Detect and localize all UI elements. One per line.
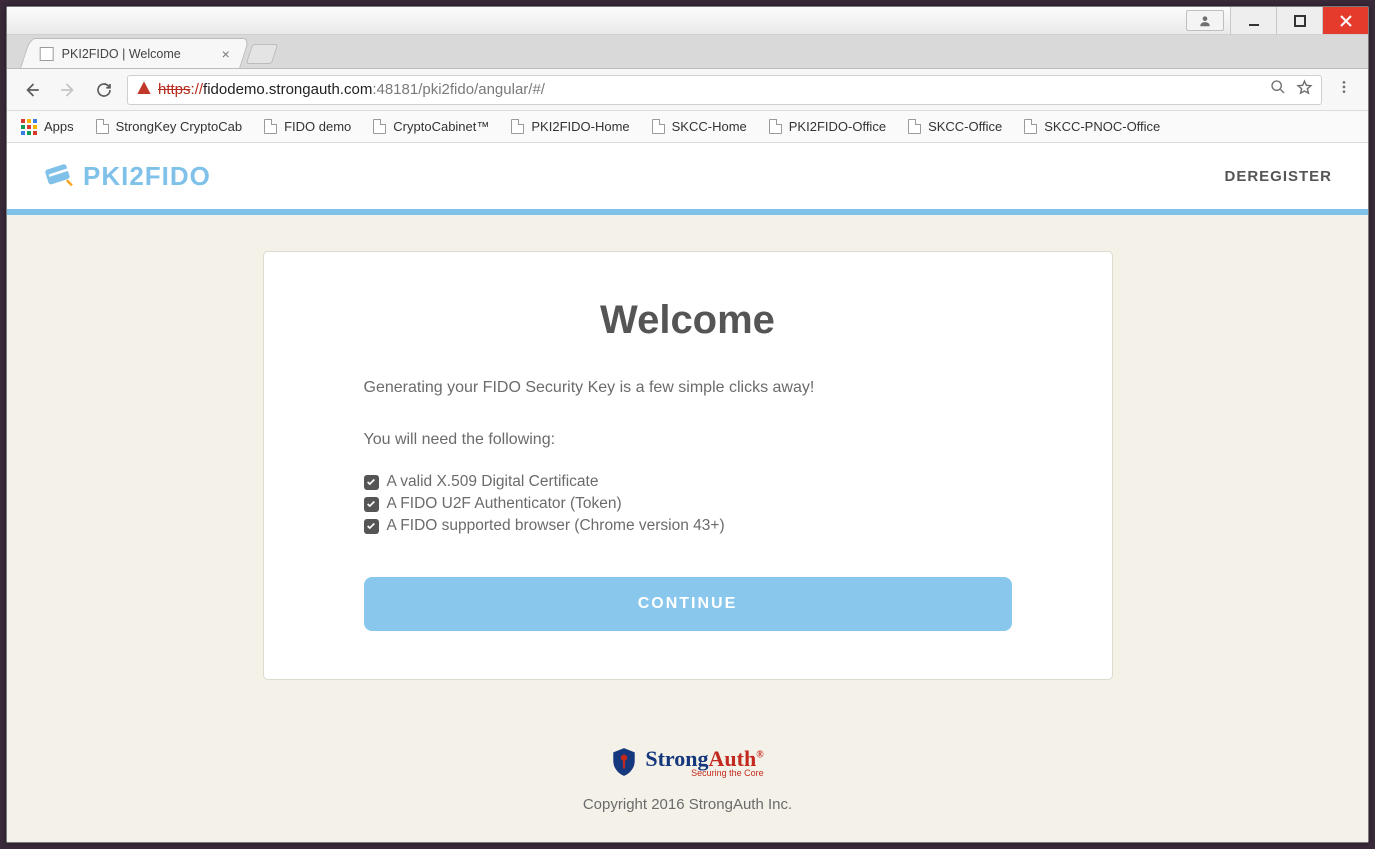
file-icon [96,119,109,134]
deregister-link[interactable]: DEREGISTER [1224,168,1332,185]
bookmark-star-button[interactable] [1296,79,1313,100]
app-logo[interactable]: PKI2FIDO [43,161,211,192]
window-maximize-button[interactable] [1276,7,1322,34]
bookmark-item[interactable]: FIDO demo [264,119,351,134]
file-icon [908,119,921,134]
bookmarks-bar: Apps StrongKey CryptoCab FIDO demo Crypt… [7,111,1368,143]
strongauth-logo[interactable]: StrongAuth® Securing the Core [611,746,763,778]
close-icon [1340,15,1352,27]
bookmark-item[interactable]: CryptoCabinet™ [373,119,489,134]
requirements-list: A valid X.509 Digital Certificate A FIDO… [364,471,1012,537]
file-icon [264,119,277,134]
maximize-icon [1294,15,1306,27]
file-icon [373,119,386,134]
requirements-heading: You will need the following: [364,431,1012,449]
tab-close-button[interactable]: × [222,46,230,62]
bookmark-item[interactable]: StrongKey CryptoCab [96,119,242,134]
url-text: https://fidodemo.strongauth.com:48181/pk… [158,81,545,98]
copyright-text: Copyright 2016 StrongAuth Inc. [7,796,1368,813]
bookmark-item[interactable]: SKCC-Home [652,119,747,134]
main-area: Welcome Generating your FIDO Security Ke… [7,215,1368,728]
window-titlebar [7,7,1368,35]
file-icon [511,119,524,134]
reload-button[interactable] [91,77,117,103]
tab-title: PKI2FIDO | Welcome [62,47,181,61]
arrow-left-icon [23,81,41,99]
list-item: A FIDO supported browser (Chrome version… [364,515,1012,537]
new-tab-button[interactable] [246,44,278,64]
arrow-right-icon [59,81,77,99]
apps-grid-icon [21,119,37,135]
chrome-user-button[interactable] [1186,10,1224,31]
window-close-button[interactable] [1322,7,1368,34]
bookmark-item[interactable]: PKI2FIDO-Home [511,119,629,134]
back-button[interactable] [19,77,45,103]
apps-launcher[interactable]: Apps [21,119,74,135]
forward-button[interactable] [55,77,81,103]
zoom-icon[interactable] [1270,79,1286,100]
page-footer: StrongAuth® Securing the Core Copyright … [7,728,1368,823]
tab-strip: PKI2FIDO | Welcome × [7,35,1368,69]
tab-favicon-icon [40,47,54,61]
reload-icon [95,81,113,99]
bookmark-item[interactable]: PKI2FIDO-Office [769,119,886,134]
lead-text: Generating your FIDO Security Key is a f… [364,379,1012,397]
apps-label: Apps [44,119,74,134]
page-viewport[interactable]: PKI2FIDO DEREGISTER Welcome Generating y… [7,143,1368,842]
insecure-warning-icon [136,80,152,100]
list-item: A FIDO U2F Authenticator (Token) [364,493,1012,515]
browser-menu-button[interactable] [1332,79,1356,100]
file-icon [1024,119,1037,134]
browser-toolbar: https://fidodemo.strongauth.com:48181/pk… [7,69,1368,111]
app-logo-text: PKI2FIDO [83,161,211,192]
shield-icon [611,747,637,777]
bookmark-item[interactable]: SKCC-Office [908,119,1002,134]
check-icon [364,519,379,534]
user-icon [1198,14,1212,28]
browser-tab[interactable]: PKI2FIDO | Welcome × [20,38,250,68]
continue-button[interactable]: CONTINUE [364,577,1012,631]
page-title: Welcome [364,298,1012,343]
minimize-icon [1248,15,1260,27]
file-icon [652,119,665,134]
check-icon [364,497,379,512]
address-bar[interactable]: https://fidodemo.strongauth.com:48181/pk… [127,75,1322,105]
window-minimize-button[interactable] [1230,7,1276,34]
file-icon [769,119,782,134]
list-item: A valid X.509 Digital Certificate [364,471,1012,493]
kebab-menu-icon [1336,79,1352,95]
card-swipe-icon [43,161,77,191]
app-header: PKI2FIDO DEREGISTER [7,143,1368,209]
bookmark-item[interactable]: SKCC-PNOC-Office [1024,119,1160,134]
check-icon [364,475,379,490]
welcome-card: Welcome Generating your FIDO Security Ke… [263,251,1113,680]
browser-window: PKI2FIDO | Welcome × https://fidodemo.st… [6,6,1369,843]
